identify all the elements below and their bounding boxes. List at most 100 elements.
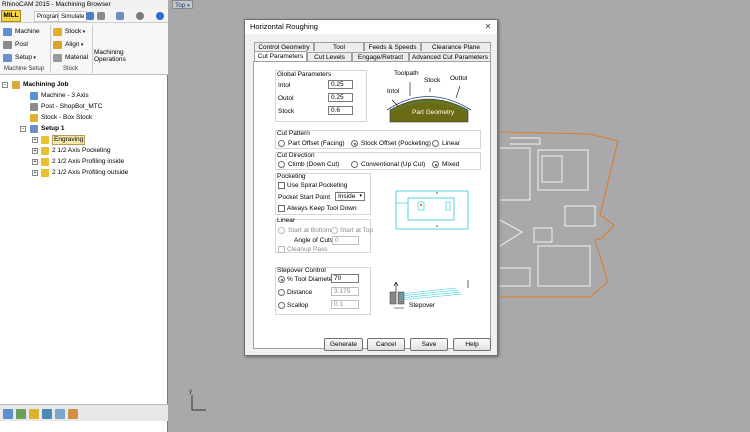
expand-toggle[interactable]: + [32, 148, 38, 154]
angle-of-cuts-label: Angle of Cuts [294, 237, 334, 244]
scallop-label: Scallop [287, 302, 309, 309]
properties-icon[interactable] [86, 12, 94, 20]
scallop-input[interactable]: 0.1 [331, 300, 359, 309]
align-label: Align [65, 41, 80, 48]
post-button[interactable]: Post [2, 39, 28, 50]
tab-engage-retract[interactable]: Engage/Retract [352, 52, 409, 61]
part-geometry-text: Part Geometry [412, 109, 455, 116]
tools-icon[interactable] [97, 12, 105, 20]
part-offset-label: Part Offset (Facing) [288, 140, 345, 147]
global-parameters-title: Global Parameters [277, 71, 332, 78]
expand-toggle[interactable]: + [32, 170, 38, 176]
toolpath-text: Toolpath [394, 70, 419, 77]
dialog-title: Horizontal Roughing [245, 20, 497, 34]
simulate-view-icon[interactable] [55, 409, 65, 419]
gear-icon[interactable] [136, 12, 144, 20]
stock-view-icon[interactable] [29, 409, 39, 419]
pocket-start-value: Inside [338, 193, 356, 200]
tab-advanced-cut-parameters[interactable]: Advanced Cut Parameters [409, 52, 491, 61]
viewport-label: Top [175, 2, 186, 9]
climb-radio[interactable] [278, 161, 285, 168]
stock-offset-radio[interactable] [351, 140, 358, 147]
outol-input[interactable]: 0.25 [328, 93, 353, 102]
stock-icon [53, 28, 62, 36]
machine-label: Machine [15, 28, 40, 35]
align-icon [53, 41, 62, 49]
node-label: Setup 1 [41, 125, 65, 132]
ribbon-separator [92, 25, 93, 73]
start-top-radio[interactable] [331, 227, 338, 234]
linear-label: Linear [442, 140, 461, 147]
cut-parameters-panel: Global Parameters Intol 0.25 Outol 0.25 … [253, 61, 491, 349]
stock-input[interactable]: 0.6 [328, 106, 353, 115]
wrench-icon[interactable] [116, 12, 124, 20]
browser-title: RhinoCAM 2015 - Machining Browser [0, 0, 168, 9]
keep-tool-down-checkbox[interactable] [278, 205, 285, 212]
settings-view-icon[interactable] [68, 409, 78, 419]
distance-radio[interactable] [278, 289, 285, 296]
close-icon[interactable]: ✕ [483, 22, 493, 32]
scallop-radio[interactable] [278, 302, 285, 309]
cancel-button[interactable]: Cancel [367, 338, 405, 351]
stock-text: Stock [424, 77, 441, 84]
pocketing-title: Pocketing [277, 173, 306, 180]
start-bottom-radio[interactable] [278, 227, 285, 234]
ribbon-separator [50, 25, 51, 73]
tab-control-geometry[interactable]: Control Geometry [254, 42, 314, 51]
machining-operations-button[interactable]: Machining Operations [94, 49, 126, 63]
setup-label: Setup [15, 54, 32, 61]
tab-cut-levels[interactable]: Cut Levels [307, 52, 352, 61]
help-icon[interactable] [156, 12, 164, 20]
material-button[interactable]: Material [52, 52, 88, 63]
folder-icon [41, 158, 49, 166]
pocket-start-select[interactable]: Inside ▾ [335, 192, 365, 201]
distance-input[interactable]: 3.175 [331, 287, 359, 296]
generate-button[interactable]: Generate [324, 338, 363, 351]
part-offset-radio[interactable] [278, 140, 285, 147]
tab-simulate[interactable]: Simulate [58, 11, 88, 22]
tab-tool[interactable]: Tool [314, 42, 364, 51]
cut-direction-title: Cut Direction [277, 152, 315, 159]
node-label: Post - ShopBot_MTC [41, 103, 103, 110]
machine-button[interactable]: Machine [2, 26, 40, 37]
tool-diameter-label: % Tool Diameter [287, 276, 335, 283]
mixed-radio[interactable] [432, 161, 439, 168]
tools-view-icon[interactable] [42, 409, 52, 419]
stock-button[interactable]: Stock ▾ [52, 26, 85, 37]
cleanup-pass-checkbox[interactable] [278, 246, 285, 253]
intol-label: Intol [278, 82, 291, 89]
spiral-pocketing-checkbox[interactable] [278, 182, 285, 189]
node-label: 2 1/2 Axis Profiling inside [52, 158, 125, 165]
align-button[interactable]: Align ▾ [52, 39, 83, 50]
collapse-toggle[interactable]: − [2, 82, 8, 88]
expand-toggle[interactable]: + [32, 137, 38, 143]
folder-icon [41, 169, 49, 177]
intol-text: Intol [387, 88, 400, 95]
tool-diameter-input[interactable]: 70 [331, 274, 359, 283]
linear-title: Linear [277, 217, 296, 224]
conventional-radio[interactable] [351, 161, 358, 168]
post-icon [3, 41, 12, 49]
save-button[interactable]: Save [410, 338, 448, 351]
tab-mill[interactable]: MILL [1, 10, 21, 22]
tool-diameter-radio[interactable] [278, 276, 285, 283]
tab-cut-parameters[interactable]: Cut Parameters [254, 51, 307, 61]
tab-feeds-speeds[interactable]: Feeds & Speeds [364, 42, 421, 51]
tab-clearance-plane[interactable]: Clearance Plane [421, 42, 491, 51]
help-button[interactable]: Help [453, 338, 491, 351]
expand-toggle[interactable]: + [32, 159, 38, 165]
group-stock: Stock [63, 66, 79, 72]
climb-label: Climb (Down Cut) [288, 161, 340, 168]
viewport-tab-top[interactable]: Top ▾ [172, 0, 193, 9]
angle-of-cuts-input[interactable]: 0 [332, 236, 359, 245]
group-machine-setup: Machine Setup [4, 66, 45, 72]
browser-bottom-toolbar [0, 404, 168, 421]
setup-button[interactable]: Setup ▾ [2, 52, 36, 63]
folder-icon [41, 136, 49, 144]
stock-icon [30, 114, 38, 122]
toolpath-view-icon[interactable] [16, 409, 26, 419]
collapse-toggle[interactable]: − [20, 126, 26, 132]
linear-radio[interactable] [432, 140, 439, 147]
intol-input[interactable]: 0.25 [328, 80, 353, 89]
job-view-icon[interactable] [3, 409, 13, 419]
